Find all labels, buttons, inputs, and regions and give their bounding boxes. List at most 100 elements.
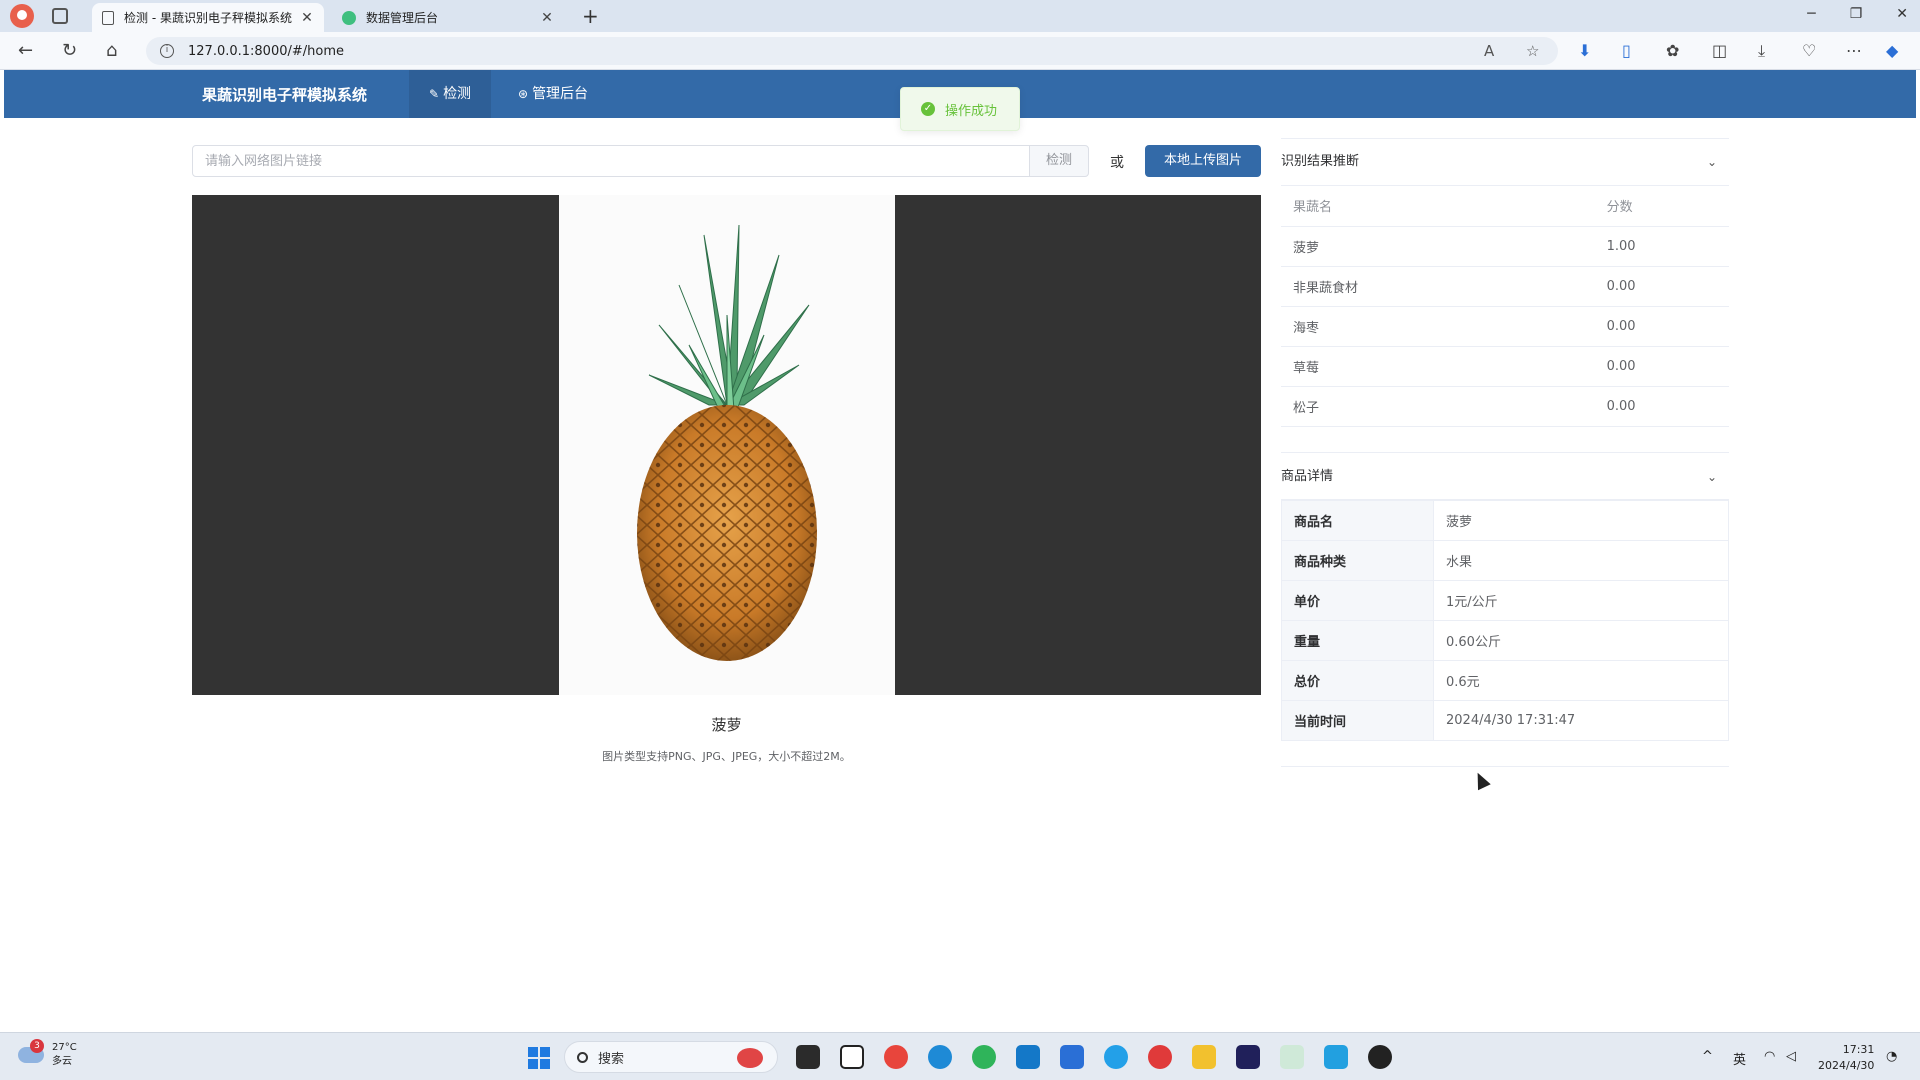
favorite-star-icon[interactable]: ☆ [1526, 42, 1539, 60]
score: 1.00 [1606, 226, 1729, 267]
image-url-input[interactable] [192, 145, 1030, 177]
wechat-icon[interactable] [972, 1045, 996, 1069]
fruit-name: 松子 [1281, 386, 1607, 427]
edge-icon[interactable] [928, 1045, 952, 1069]
or-label: 或 [1110, 155, 1124, 171]
new-tab-button[interactable]: + [582, 4, 599, 28]
windows-taskbar: 3 27°C 多云 搜索 ^ 英 ◠ ◁ 17:31 2024/4/30 ◔ [0, 1032, 1920, 1080]
nav-admin[interactable]: ⊛ 管理后台 [498, 70, 608, 118]
split-screen-icon[interactable]: ◫ [1712, 41, 1727, 60]
table-row: 草莓 0.00 [1281, 346, 1729, 387]
start-menu-icon[interactable] [528, 1047, 550, 1069]
fruit-name: 草莓 [1281, 346, 1607, 387]
detail-row: 商品种类 水果 [1281, 540, 1729, 581]
chevron-up-icon[interactable]: ^ [1702, 1049, 1713, 1064]
qq-browser-icon[interactable] [1104, 1045, 1128, 1069]
detect-button[interactable]: 检测 [1029, 145, 1089, 177]
volume-icon[interactable]: ◁ [1786, 1049, 1796, 1064]
detail-label: 单价 [1281, 580, 1434, 621]
site-info-icon[interactable]: i [160, 44, 174, 58]
profile-avatar-icon[interactable] [10, 4, 34, 28]
detail-value: 2024/4/30 17:31:47 [1433, 700, 1729, 741]
chevron-down-icon[interactable]: ⌄ [1707, 138, 1717, 186]
chevron-down-icon[interactable]: ⌄ [1707, 453, 1717, 501]
column-header: 果蔬名 [1281, 186, 1607, 227]
detail-value: 0.6元 [1433, 660, 1729, 701]
upload-hint: 图片类型支持PNG、JPG、JPEG，大小不超过2M。 [602, 750, 851, 763]
weather-widget[interactable]: 3 27°C 多云 [18, 1039, 77, 1069]
read-aloud-icon[interactable]: A [1484, 42, 1494, 60]
table-header-row: 果蔬名 分数 [1281, 186, 1729, 227]
close-window-icon[interactable]: ✕ [1896, 6, 1908, 22]
vue-favicon-icon [342, 10, 356, 25]
fruit-name: 非果蔬食材 [1281, 266, 1607, 307]
pineapple-image [637, 224, 817, 661]
taskbar-search[interactable]: 搜索 [564, 1041, 778, 1073]
upload-local-image-button[interactable]: 本地上传图片 [1145, 145, 1261, 177]
score: 0.00 [1606, 306, 1729, 347]
back-icon[interactable]: ← [18, 40, 33, 61]
collections-icon[interactable] [52, 8, 68, 24]
sticky-notes-icon[interactable] [1192, 1045, 1216, 1069]
settings-icon: ⊛ [518, 87, 529, 101]
app-circle-icon[interactable] [1368, 1045, 1392, 1069]
address-bar[interactable]: i 127.0.0.1:8000/#/home A ☆ [146, 37, 1558, 65]
close-tab-icon[interactable]: ✕ [540, 10, 554, 26]
notification-bell-icon[interactable]: ◔ [1886, 1049, 1897, 1064]
vscode-icon[interactable] [1016, 1045, 1040, 1069]
detail-value: 1元/公斤 [1433, 580, 1729, 621]
home-icon[interactable]: ⌂ [106, 40, 117, 61]
jetbrains-icon[interactable] [1236, 1045, 1260, 1069]
feishu-icon[interactable] [1324, 1045, 1348, 1069]
app-arrow-icon[interactable] [1060, 1045, 1084, 1069]
notification-badge: 3 [30, 1039, 44, 1053]
browser-essentials-icon[interactable]: ♡ [1802, 41, 1816, 60]
detail-label: 商品名 [1281, 500, 1434, 541]
file-explorer-icon[interactable] [796, 1045, 820, 1069]
wifi-icon[interactable]: ◠ [1764, 1049, 1775, 1064]
success-toast: ✓ 操作成功 [900, 87, 1020, 131]
reading-view-icon[interactable]: ▯ [1622, 41, 1631, 60]
browser-tab-detect[interactable]: 检测 - 果蔬识别电子秤模拟系统 ✕ [92, 3, 324, 32]
detail-row: 商品名 菠萝 [1281, 500, 1729, 541]
more-menu-icon[interactable]: ⋯ [1846, 41, 1862, 60]
check-circle-icon: ✓ [921, 102, 935, 116]
downloads-icon[interactable]: ⤓ [1758, 41, 1765, 61]
details-section-title: 商品详情 [1281, 469, 1334, 484]
detail-value: 菠萝 [1433, 500, 1729, 541]
results-table: 果蔬名 分数 菠萝 1.00 非果蔬食材 0.00 海枣 0.00 草莓 0.00 松子… [1281, 186, 1729, 427]
taskbar-clock[interactable]: 17:31 2024/4/30 [1818, 1042, 1874, 1074]
image-caption: 菠萝 [711, 716, 742, 734]
close-tab-icon[interactable]: ✕ [300, 10, 314, 26]
copilot-icon[interactable]: ◆ [1886, 41, 1898, 60]
netease-music-icon[interactable] [1148, 1045, 1172, 1069]
maximize-icon[interactable]: ❐ [1850, 6, 1863, 22]
page-icon [102, 10, 114, 25]
details-table: 商品名 菠萝 商品种类 水果 单价 1元/公斤 重量 0.60公斤 总价 0.6元 当前时… [1281, 500, 1729, 741]
pycharm-icon[interactable] [1280, 1045, 1304, 1069]
nav-detect[interactable]: ✎ 检测 [409, 70, 492, 118]
chrome-icon[interactable] [884, 1045, 908, 1069]
clock-date: 2024/4/30 [1818, 1059, 1875, 1072]
detail-row: 重量 0.60公斤 [1281, 620, 1729, 661]
detail-row: 总价 0.6元 [1281, 660, 1729, 701]
extension-icon[interactable]: ⬇ [1578, 41, 1591, 60]
minimize-icon[interactable]: ─ [1807, 6, 1815, 22]
ime-indicator[interactable]: 英 [1733, 1049, 1746, 1068]
results-collapse-header[interactable]: 识别结果推断 ⌄ [1281, 138, 1729, 186]
url-text: 127.0.0.1:8000/#/home [188, 43, 344, 59]
tab-title: 数据管理后台 [366, 11, 439, 25]
browser-toolbar: ← ↻ ⌂ i 127.0.0.1:8000/#/home A ☆ ⬇ ▯ ✿ … [0, 32, 1920, 70]
detail-label: 商品种类 [1281, 540, 1434, 581]
toast-text: 操作成功 [945, 103, 998, 119]
extensions-puzzle-icon[interactable]: ✿ [1666, 41, 1679, 60]
window-controls: ─ ❐ ✕ [1807, 6, 1908, 22]
refresh-icon[interactable]: ↻ [62, 40, 77, 61]
tab-title: 检测 - 果蔬识别电子秤模拟系统 [124, 11, 292, 25]
table-row: 菠萝 1.00 [1281, 226, 1729, 267]
notion-icon[interactable] [840, 1045, 864, 1069]
browser-tab-admin[interactable]: 数据管理后台 ✕ [332, 3, 564, 32]
browser-tab-bar: 检测 - 果蔬识别电子秤模拟系统 ✕ 数据管理后台 ✕ + ─ ❐ ✕ [0, 0, 1920, 32]
collapse-bottom-divider [1281, 766, 1729, 767]
details-collapse-header[interactable]: 商品详情 ⌄ [1281, 452, 1729, 500]
